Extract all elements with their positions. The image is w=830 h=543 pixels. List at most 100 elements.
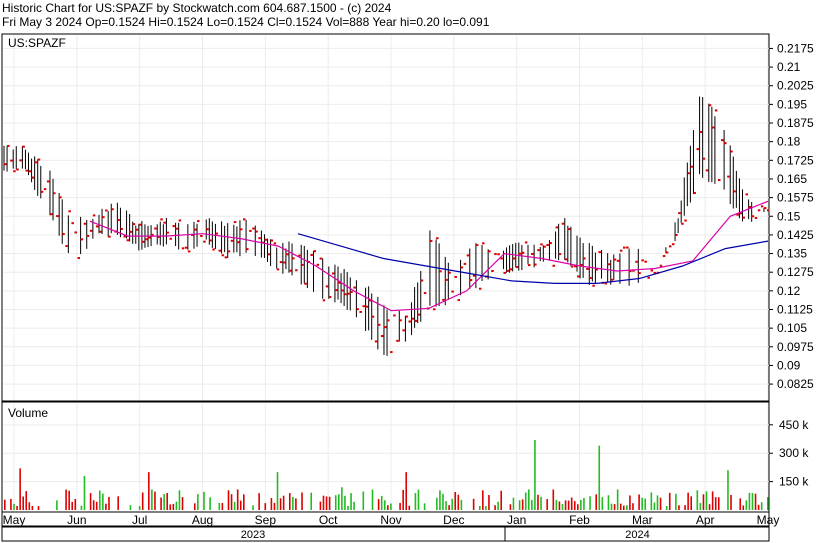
volume-bar: [488, 495, 490, 510]
volume-bar: [754, 493, 757, 510]
volume-bar: [138, 506, 141, 510]
price-tick-label: 0.18: [777, 135, 801, 149]
volume-bar: [163, 494, 165, 510]
volume-bar: [95, 501, 98, 510]
volume-bar: [322, 495, 325, 510]
volume-bar: [564, 500, 567, 510]
volume-bar: [445, 501, 447, 510]
volume-bar: [678, 505, 680, 510]
volume-bar: [598, 445, 601, 510]
price-tick-label: 0.1875: [777, 116, 814, 130]
month-tick-label: Jul: [132, 513, 147, 527]
volume-bar: [742, 505, 745, 510]
volume-bar: [16, 505, 18, 510]
volume-bar: [656, 495, 659, 510]
volume-bar: [472, 498, 475, 510]
volume-bar: [166, 493, 169, 510]
volume-bar: [619, 503, 622, 510]
volume-bar: [500, 490, 503, 510]
volume-bar: [273, 502, 276, 510]
volume-bar: [650, 492, 653, 510]
volume-bar: [558, 501, 561, 510]
volume-bar: [653, 502, 656, 510]
volume-bar: [583, 497, 585, 510]
volume-bar: [561, 503, 564, 510]
month-tick-label: Aug: [192, 513, 213, 527]
volume-bar: [739, 498, 742, 510]
volume-bar: [301, 492, 303, 510]
volume-bar: [209, 497, 211, 510]
volume-bar: [243, 494, 245, 510]
volume-bar: [19, 468, 21, 510]
volume-bar: [203, 491, 205, 510]
volume-bar: [25, 491, 28, 510]
volume-bar: [629, 495, 631, 510]
price-tick-label: 0.21: [777, 60, 801, 74]
month-tick-label: Feb: [569, 513, 590, 527]
volume-bar: [610, 503, 613, 510]
volume-tick-label: 450 k: [779, 418, 809, 432]
volume-panel-frame: [1, 401, 770, 513]
volume-bar: [105, 503, 107, 510]
volume-bar: [668, 492, 671, 510]
volume-bar: [616, 489, 619, 510]
month-tick-label: Dec: [443, 513, 464, 527]
volume-bar: [129, 505, 132, 510]
volume-bar: [28, 502, 31, 510]
month-tick-label: Jan: [507, 513, 526, 527]
volume-bar: [37, 506, 40, 510]
price-tick-label: 0.12: [777, 284, 801, 298]
volume-bar: [377, 499, 380, 510]
volume-bar: [310, 492, 313, 510]
volume-tick-label: 150 k: [779, 475, 809, 489]
volume-bar: [622, 505, 625, 510]
volume-bar: [295, 498, 297, 510]
volume-bar: [169, 504, 172, 510]
volume-bar: [555, 499, 558, 510]
volume-bar: [31, 505, 34, 510]
volume-bar: [567, 500, 570, 510]
volume-bar: [595, 494, 598, 510]
volume-bar: [252, 505, 254, 510]
volume-bar: [748, 492, 751, 510]
volume-bar: [577, 504, 579, 510]
volume-bar: [423, 503, 426, 510]
volume-bar: [518, 500, 521, 510]
volume-bar: [56, 500, 58, 510]
month-tick-label: Mar: [632, 513, 653, 527]
volume-bar: [141, 492, 144, 510]
volume-bar: [767, 497, 769, 510]
volume-bar: [482, 490, 484, 510]
volume-bar: [641, 497, 643, 510]
volume-bar: [347, 505, 349, 510]
volume-bar: [527, 489, 530, 510]
price-tick-label: 0.165: [777, 172, 807, 186]
volume-bar: [276, 472, 279, 510]
price-tick-label: 0.0975: [777, 340, 814, 354]
volume-bar: [751, 493, 754, 510]
volume-bar: [383, 500, 386, 510]
volume-bar: [154, 491, 156, 510]
volume-bar: [108, 496, 110, 510]
volume-bar: [218, 502, 221, 510]
volume-bar: [757, 504, 760, 510]
month-tick-label: Oct: [319, 513, 338, 527]
stock-chart: 0.2175 0.21 0.2025 0.195 0.1875 0.18 0.1725 0.1…: [1, 33, 814, 542]
volume-bar: [387, 505, 389, 510]
volume-bar: [705, 491, 708, 510]
volume-bar: [745, 500, 748, 510]
volume-bar: [279, 498, 282, 510]
volume-bar: [717, 497, 720, 510]
volume-bar: [711, 491, 714, 510]
volume-bar: [71, 501, 74, 510]
volume-bar: [92, 500, 95, 510]
volume-bar: [22, 496, 24, 510]
volume-bar: [68, 490, 70, 510]
volume-bar: [402, 489, 404, 510]
volume-bar: [451, 498, 453, 510]
volume-bar: [665, 506, 668, 510]
volume-bar: [613, 504, 616, 510]
volume-bar: [540, 496, 542, 510]
volume-bar: [509, 504, 512, 510]
volume-bar: [460, 499, 463, 510]
